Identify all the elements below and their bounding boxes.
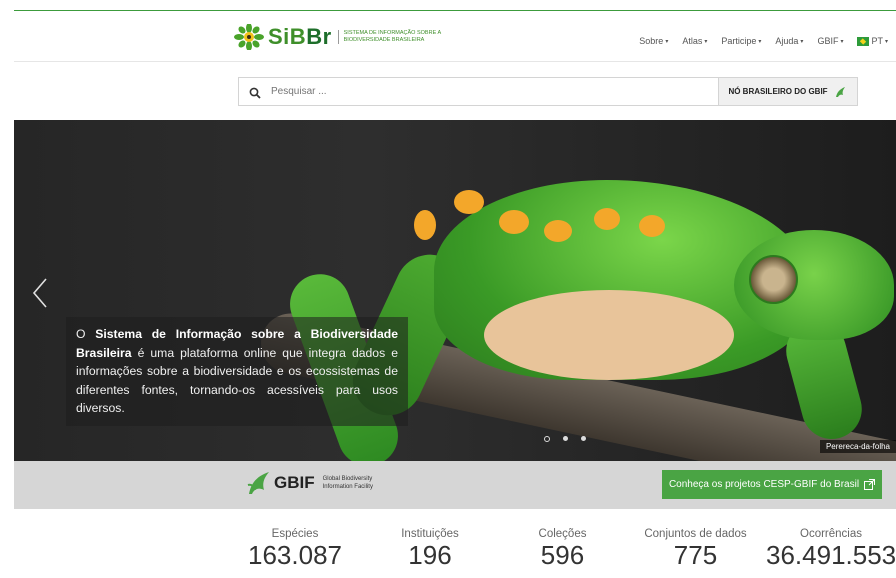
- frog-spot: [639, 215, 665, 237]
- gbif-leaf-icon: [247, 472, 269, 494]
- frog-spot: [454, 190, 484, 214]
- brazilian-node-label: NÓ BRASILEIRO DO GBIF: [728, 87, 828, 96]
- stat-instituicoes[interactable]: Instituições 196: [380, 528, 480, 570]
- language-selector[interactable]: PT ▾: [857, 36, 888, 46]
- frog-spot: [544, 220, 572, 242]
- frog-belly: [484, 290, 734, 380]
- gbif-sub-line2: Information Facility: [322, 484, 373, 490]
- top-accent-line: [14, 10, 896, 11]
- caret-down-icon: ▾: [884, 38, 888, 45]
- hero-description: O Sistema de Informação sobre a Biodiver…: [66, 317, 408, 426]
- caret-down-icon: ▾: [665, 38, 669, 45]
- nav-item-atlas[interactable]: Atlas ▾: [682, 36, 707, 46]
- nav-item-sobre[interactable]: Sobre ▾: [639, 36, 668, 46]
- frog-spot: [499, 210, 529, 234]
- stat-value: 36.491.553: [766, 540, 896, 570]
- gbif-band: GBIF Global Biodiversity Information Fac…: [14, 461, 896, 509]
- logo-word-a: SiB: [268, 24, 307, 49]
- caret-down-icon: ▾: [840, 38, 844, 45]
- sibbr-flower-icon: [234, 23, 264, 51]
- nav-item-gbif[interactable]: GBIF ▾: [817, 36, 843, 46]
- stat-value: 196: [408, 540, 452, 570]
- logo-sub-line2: Biodiversidade Brasileira: [343, 37, 425, 43]
- stat-label: Espécies: [271, 528, 319, 540]
- search-bar: NÓ BRASILEIRO DO GBIF: [238, 77, 858, 106]
- stat-label: Coleções: [538, 528, 587, 540]
- nav-item-participe[interactable]: Participe ▾: [721, 36, 761, 46]
- nav-label: Participe: [721, 36, 757, 46]
- stat-value: 596: [540, 540, 585, 570]
- stat-label: Ocorrências: [800, 528, 862, 540]
- caret-down-icon: ▾: [800, 38, 804, 45]
- carousel-indicators: [544, 436, 586, 442]
- frog-spot: [414, 210, 436, 240]
- cesp-gbif-projects-label: Conheça os projetos CESP-GBIF do Brasil: [668, 479, 860, 490]
- sibbr-logo[interactable]: SiBBr Sistema de Informação sobre a Biod…: [234, 23, 442, 51]
- stat-label: Instituições: [401, 528, 459, 540]
- nav-label: Sobre: [639, 36, 664, 46]
- carousel-dot[interactable]: [544, 436, 550, 442]
- logo-word-b: Br: [306, 24, 332, 49]
- nav-label: Ajuda: [775, 36, 799, 46]
- stat-value: 775: [673, 540, 718, 570]
- stat-ocorrencias[interactable]: Ocorrências 36.491.553: [766, 528, 896, 570]
- carousel-dot[interactable]: [581, 436, 586, 441]
- nav-label: Atlas: [682, 36, 703, 46]
- logo-wordmark: SiBBr: [268, 24, 332, 50]
- nav-label: GBIF: [817, 36, 839, 46]
- main-nav: Sobre ▾ Atlas ▾ Participe ▾ Ajuda ▾ GBIF ▾ PT…: [639, 36, 888, 46]
- stat-especies[interactable]: Espécies 163.087: [240, 528, 350, 570]
- brazil-flag-icon: [857, 36, 870, 46]
- nav-item-ajuda[interactable]: Ajuda ▾: [775, 36, 803, 46]
- nav-label: PT: [871, 36, 883, 46]
- hero-text-prefix: O: [76, 327, 96, 341]
- logo-sub-line1: Sistema de Informação sobre a: [343, 30, 442, 36]
- stat-colecoes[interactable]: Coleções 596: [515, 528, 610, 570]
- gbif-subtitle: Global Biodiversity Information Facility: [323, 475, 373, 491]
- gbif-sub-line1: Global Biodiversity: [322, 476, 373, 482]
- stat-conjuntos-de-dados[interactable]: Conjuntos de dados 775: [633, 528, 758, 570]
- gbif-wordmark: GBIF: [274, 473, 315, 492]
- search-icon[interactable]: [249, 86, 261, 99]
- stat-value: 163.087: [248, 540, 342, 570]
- stats-row: Espécies 163.087 Instituições 196 Coleçõ…: [240, 528, 896, 578]
- stat-label: Conjuntos de dados: [644, 528, 747, 540]
- gbif-logo[interactable]: GBIF Global Biodiversity Information Fac…: [246, 471, 373, 495]
- carousel-prev-icon[interactable]: [32, 278, 48, 308]
- search-input[interactable]: [269, 85, 733, 98]
- header-divider: [14, 61, 896, 62]
- hero-carousel: O Sistema de Informação sobre a Biodiver…: [14, 120, 896, 461]
- carousel-dot[interactable]: [563, 436, 568, 441]
- external-link-icon: [864, 479, 876, 490]
- image-caption: Perereca-da-folha: [819, 440, 896, 453]
- frog-spot: [594, 208, 620, 230]
- caret-down-icon: ▾: [704, 38, 708, 45]
- gbif-leaf-icon: [835, 86, 845, 97]
- brazilian-node-button[interactable]: NÓ BRASILEIRO DO GBIF: [718, 78, 857, 105]
- frog-eye: [749, 255, 798, 304]
- logo-subtitle: Sistema de Informação sobre a Biodiversi…: [337, 30, 442, 44]
- cesp-gbif-projects-button[interactable]: Conheça os projetos CESP-GBIF do Brasil: [662, 470, 882, 499]
- caret-down-icon: ▾: [758, 38, 762, 45]
